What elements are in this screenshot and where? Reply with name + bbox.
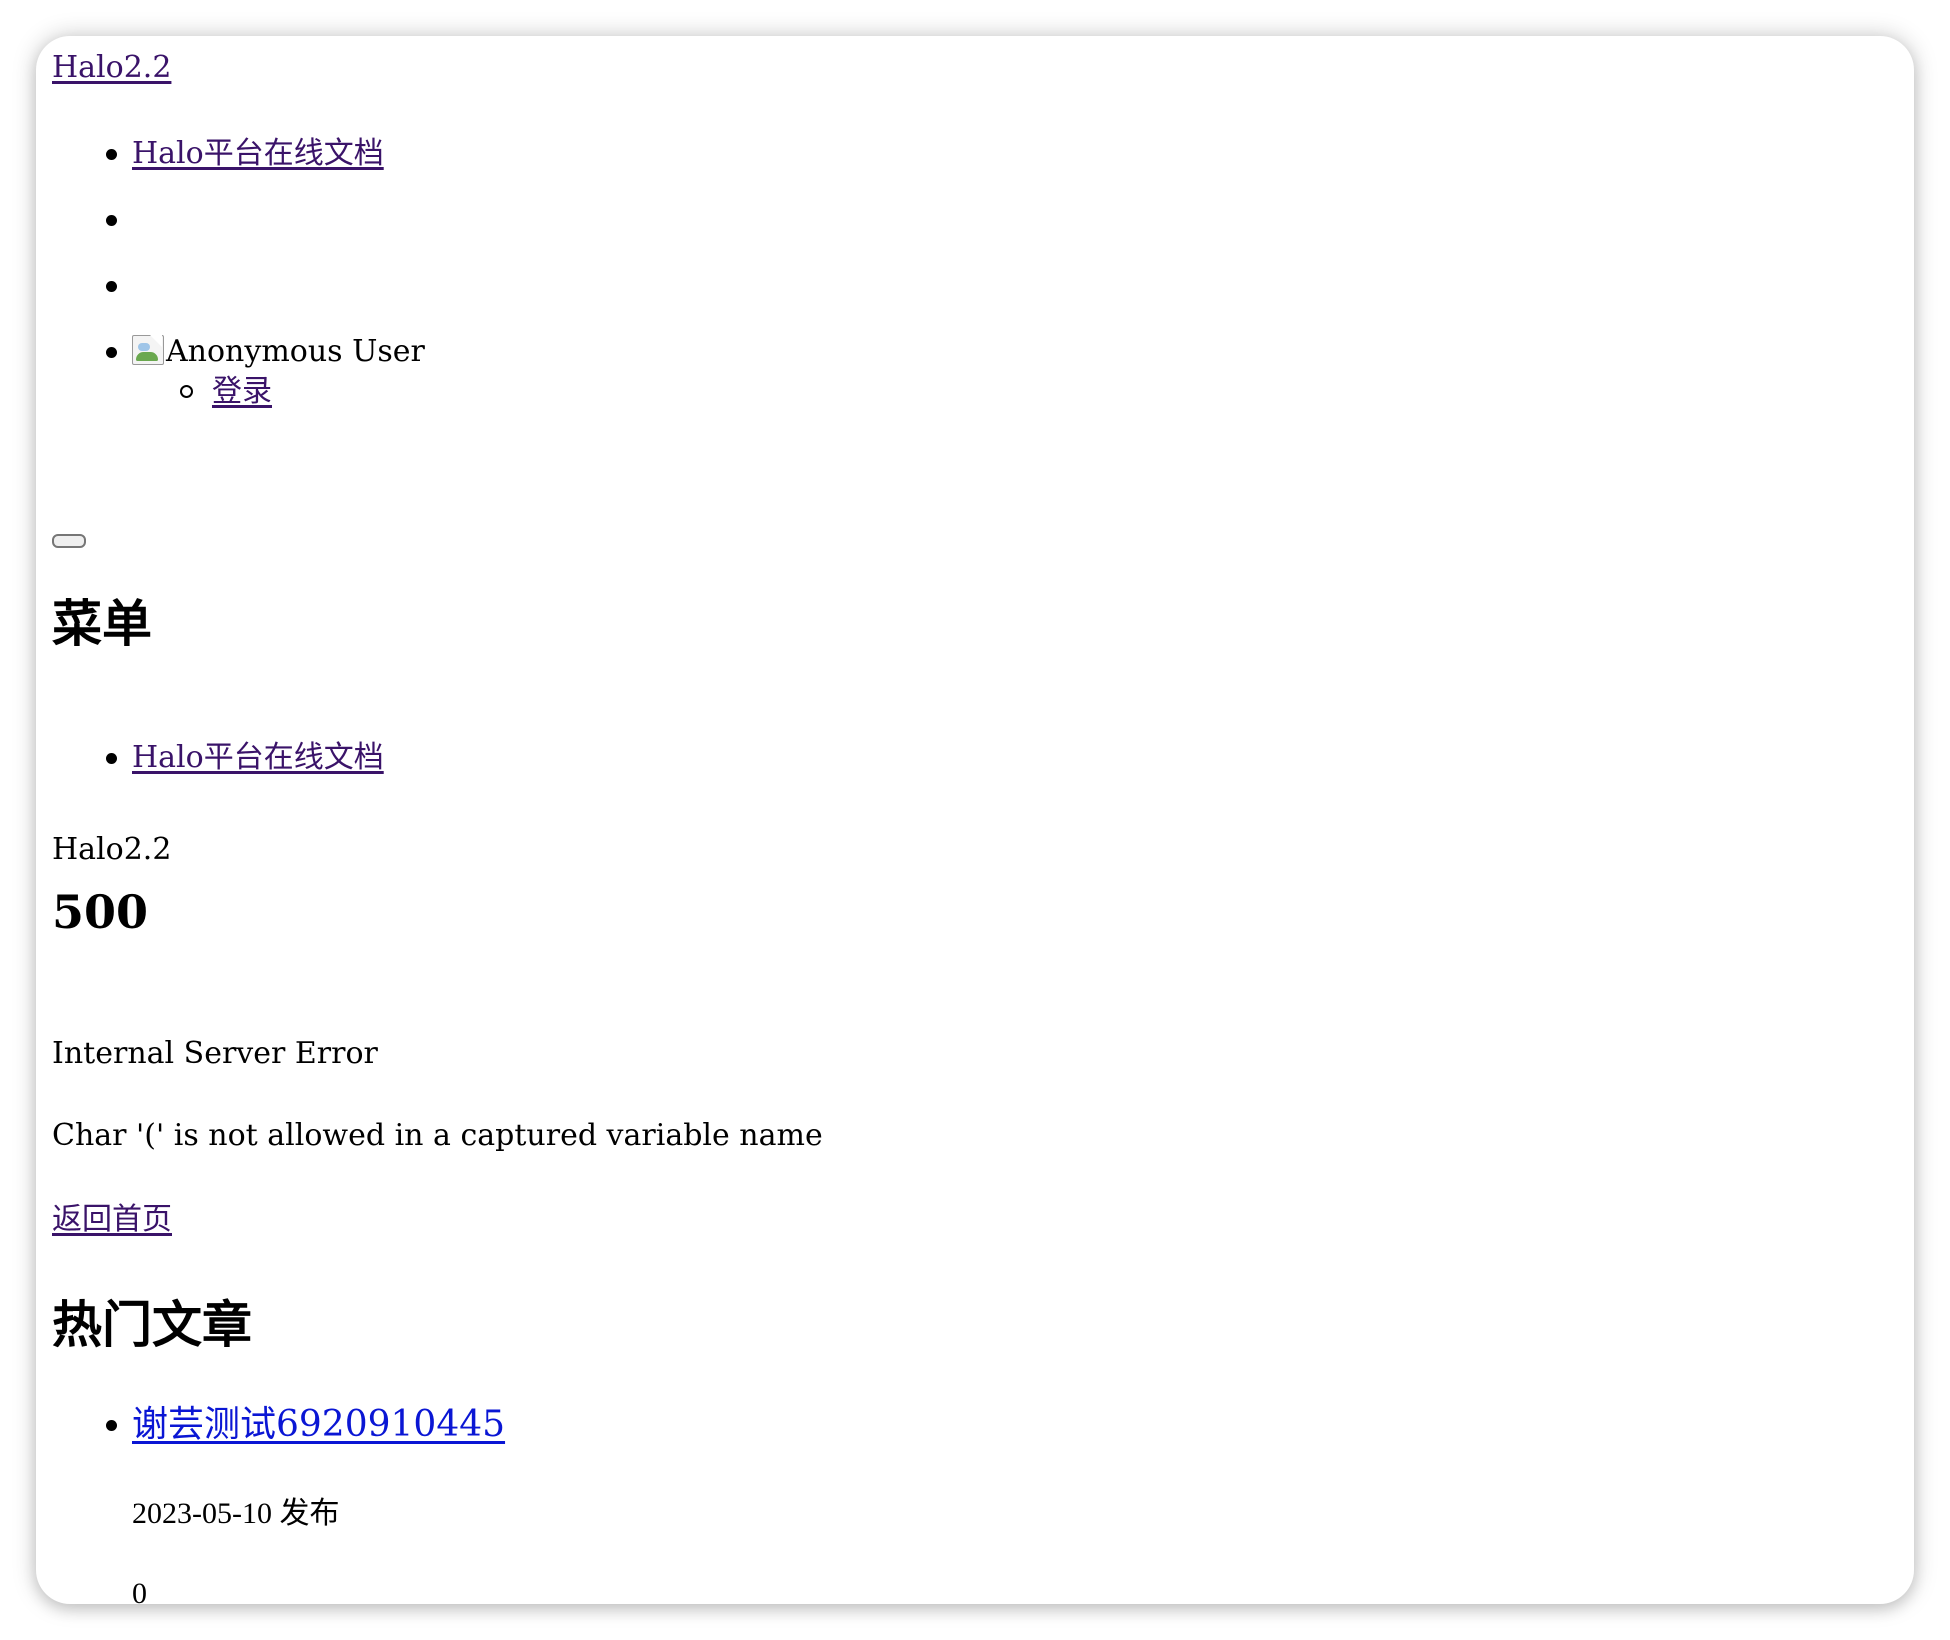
nav-link-docs[interactable]: Halo平台在线文档 (132, 136, 384, 171)
hot-posts-heading: 热门文章 (52, 1295, 252, 1354)
hot-post-date: 2023-05-10 发布 (132, 1497, 340, 1530)
user-name: Anonymous User (166, 334, 425, 369)
hot-post-item: 谢芸测试6920910445 (105, 1400, 505, 1450)
browser-window: Halo2.2 Halo平台在线文档 Anonymous User 登录 菜单 (36, 36, 1914, 1604)
home-link-wrapper: 返回首页 (52, 1198, 172, 1242)
hot-post-title-link[interactable]: 谢芸测试6920910445 (132, 1404, 505, 1445)
menu-link-docs[interactable]: Halo平台在线文档 (132, 740, 384, 775)
error-title: Internal Server Error (52, 1036, 378, 1071)
menu-heading: 菜单 (52, 594, 152, 653)
error-message: Char '(' is not allowed in a captured va… (52, 1118, 823, 1153)
menu-site-name: Halo2.2 (52, 832, 172, 867)
user-menu-item-login: 登录 (180, 370, 272, 414)
return-home-link[interactable]: 返回首页 (52, 1202, 172, 1237)
site-title-link[interactable]: Halo2.2 (52, 46, 171, 90)
hot-post-count: 0 (132, 1577, 147, 1604)
menu-item-docs: Halo平台在线文档 (106, 736, 384, 780)
nav-item-docs: Halo平台在线文档 (106, 132, 384, 176)
broken-image-icon (132, 335, 164, 365)
error-code: 500 (52, 885, 149, 939)
login-link[interactable]: 登录 (212, 374, 272, 409)
menu-toggle-button[interactable] (52, 534, 86, 548)
user-menu[interactable]: Anonymous User (106, 330, 425, 374)
